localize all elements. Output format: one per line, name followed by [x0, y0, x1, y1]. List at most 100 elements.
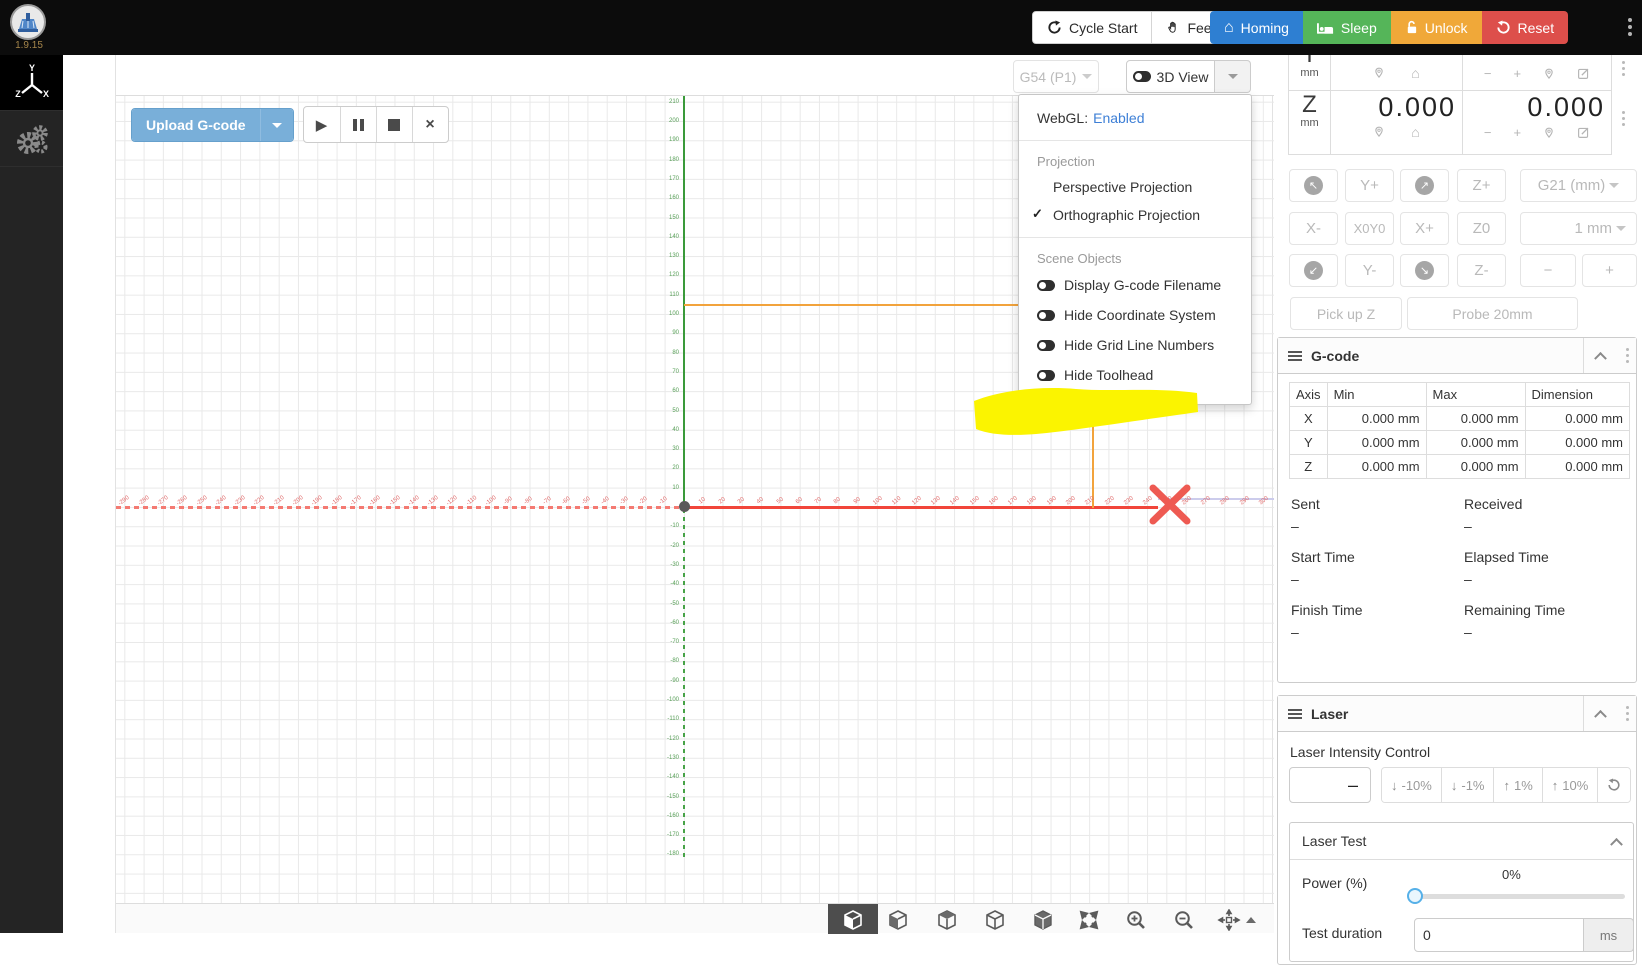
jog-yminus-button[interactable]: Y-: [1345, 254, 1394, 287]
pin-icon[interactable]: [1373, 125, 1385, 139]
edit-icon[interactable]: [1577, 126, 1590, 139]
view-front-button[interactable]: [841, 908, 865, 932]
pause-button[interactable]: [339, 107, 376, 142]
sent-value: –: [1291, 518, 1299, 534]
arrow-down-icon: ↓: [1391, 777, 1398, 793]
pin-icon[interactable]: [1373, 66, 1385, 80]
pin-icon[interactable]: [1543, 126, 1555, 140]
cycle-start-button[interactable]: Cycle Start: [1033, 12, 1152, 43]
jog-units-dropdown[interactable]: G21 (mm): [1520, 169, 1637, 202]
grid-line-number: 220: [1103, 495, 1116, 507]
camera-mode-caret-button[interactable]: [1244, 908, 1258, 932]
plus-icon[interactable]: +: [1514, 66, 1522, 81]
upload-gcode-dropdown-button[interactable]: [259, 109, 293, 141]
laser-menu-button[interactable]: [1616, 696, 1638, 731]
grid-line-number: 160: [668, 195, 679, 202]
menu-item-orthographic[interactable]: ✓ Orthographic Projection: [1019, 201, 1251, 229]
jog-z0-button[interactable]: Z0: [1457, 212, 1506, 245]
minus-icon[interactable]: −: [1484, 125, 1492, 140]
view-3d-button[interactable]: [1031, 908, 1055, 932]
machine-position-value: 0.000: [1378, 92, 1456, 122]
power-slider[interactable]: [1407, 888, 1625, 904]
menu-item-perspective[interactable]: Perspective Projection: [1019, 173, 1251, 201]
view-left-button[interactable]: [886, 908, 910, 932]
jog-step-label: 1 mm: [1574, 220, 1613, 237]
view-options-dropdown-button[interactable]: [1215, 60, 1251, 93]
close-icon: ×: [425, 115, 435, 133]
grid-line-number: -60: [670, 619, 679, 626]
view-top-button[interactable]: [983, 908, 1007, 932]
jog-zplus-button[interactable]: Z+: [1457, 169, 1506, 202]
reset-button[interactable]: Reset: [1481, 11, 1569, 44]
axis-row-drag-handle[interactable]: [1622, 67, 1625, 70]
grid-line-number: -140: [666, 774, 679, 781]
gcode-menu-button[interactable]: [1616, 338, 1638, 373]
axis-row-drag-handle[interactable]: [1622, 117, 1625, 120]
pin-icon[interactable]: [1543, 67, 1555, 81]
zoom-out-button[interactable]: [1172, 908, 1196, 932]
menu-item-hide-toolhead[interactable]: Hide Toolhead: [1019, 360, 1251, 390]
close-gcode-button[interactable]: ×: [411, 107, 448, 142]
jog-xminus-yplus-button[interactable]: ↖: [1289, 169, 1338, 202]
home-icon[interactable]: ⌂: [1411, 66, 1419, 80]
pan-button[interactable]: [1217, 908, 1241, 932]
work-position-cell: − +: [1463, 55, 1611, 90]
jog-x0y0-button[interactable]: X0Y0: [1345, 212, 1394, 245]
jog-xminus-yminus-button[interactable]: ↙: [1289, 254, 1338, 287]
sleep-button[interactable]: Sleep: [1302, 11, 1391, 44]
stop-button[interactable]: [375, 107, 412, 142]
probe-button[interactable]: Probe 20mm: [1407, 297, 1578, 330]
sidebar-item-workspace[interactable]: Y Z X: [0, 55, 63, 111]
plus-icon[interactable]: +: [1514, 125, 1522, 140]
edit-icon[interactable]: [1577, 67, 1590, 80]
run-button[interactable]: ▶: [304, 107, 340, 142]
view-right-button[interactable]: [935, 908, 959, 932]
zoom-in-button[interactable]: [1124, 908, 1148, 932]
menu-item-display-gcode-filename[interactable]: Display G-code Filename: [1019, 270, 1251, 300]
laser-minus-10-button[interactable]: ↓ -10%: [1382, 768, 1441, 802]
grid-line-number: 120: [910, 495, 923, 507]
laser-minus-1-button[interactable]: ↓ -1%: [1440, 768, 1494, 802]
wcs-dropdown[interactable]: G54 (P1): [1013, 60, 1099, 93]
step-increase-button[interactable]: +: [1582, 254, 1637, 287]
laser-test-header: Laser Test: [1290, 823, 1633, 860]
jog-xminus-button[interactable]: X-: [1289, 212, 1338, 245]
laser-plus-10-button[interactable]: ↑ 10%: [1541, 768, 1598, 802]
3d-view-toggle-button[interactable]: 3D View: [1126, 60, 1215, 93]
menu-item-hide-coordinate-system[interactable]: Hide Coordinate System: [1019, 300, 1251, 330]
test-duration-input[interactable]: [1414, 918, 1584, 952]
toggle-off-icon: [1037, 309, 1055, 321]
upload-gcode-button[interactable]: Upload G-code: [132, 109, 260, 141]
cube-top-icon: [986, 910, 1004, 930]
jog-yplus-button[interactable]: Y+: [1345, 169, 1394, 202]
jog-xplus-button[interactable]: X+: [1400, 212, 1449, 245]
hamburger-icon[interactable]: [1288, 349, 1302, 363]
laser-collapse-button[interactable]: [1583, 696, 1616, 731]
laser-reset-button[interactable]: [1597, 768, 1631, 802]
jog-xplus-yminus-button[interactable]: ↘: [1400, 254, 1449, 287]
power-slider-knob[interactable]: [1407, 888, 1423, 904]
grid-line-number: -80: [670, 658, 679, 665]
topbar-menu-dots[interactable]: [1628, 16, 1632, 34]
app-logo[interactable]: [10, 4, 46, 40]
hamburger-icon[interactable]: [1288, 707, 1302, 721]
home-icon[interactable]: ⌂: [1411, 125, 1419, 139]
chevron-down-icon: [271, 122, 282, 128]
sidebar-item-settings[interactable]: [0, 111, 63, 167]
minus-icon[interactable]: −: [1484, 66, 1492, 81]
laser-minus-10-label: -10%: [1401, 777, 1432, 793]
pick-up-z-button[interactable]: Pick up Z: [1290, 297, 1402, 330]
jog-step-dropdown[interactable]: 1 mm: [1520, 212, 1637, 245]
gcode-collapse-button[interactable]: [1583, 338, 1616, 373]
laser-plus-1-button[interactable]: ↑ 1%: [1493, 768, 1542, 802]
grid-line-number: 100: [668, 311, 679, 317]
axis-z-label-cell: Z mm: [1289, 91, 1331, 154]
chevron-up-icon[interactable]: [1610, 837, 1623, 851]
jog-zminus-button[interactable]: Z-: [1457, 254, 1506, 287]
fit-view-button[interactable]: [1077, 908, 1101, 932]
unlock-button[interactable]: Unlock: [1390, 11, 1482, 44]
jog-xplus-yplus-button[interactable]: ↗: [1400, 169, 1449, 202]
menu-item-hide-grid-line-numbers[interactable]: Hide Grid Line Numbers: [1019, 330, 1251, 360]
homing-button[interactable]: ⌂ Homing: [1210, 11, 1303, 44]
step-decrease-button[interactable]: −: [1520, 254, 1576, 287]
